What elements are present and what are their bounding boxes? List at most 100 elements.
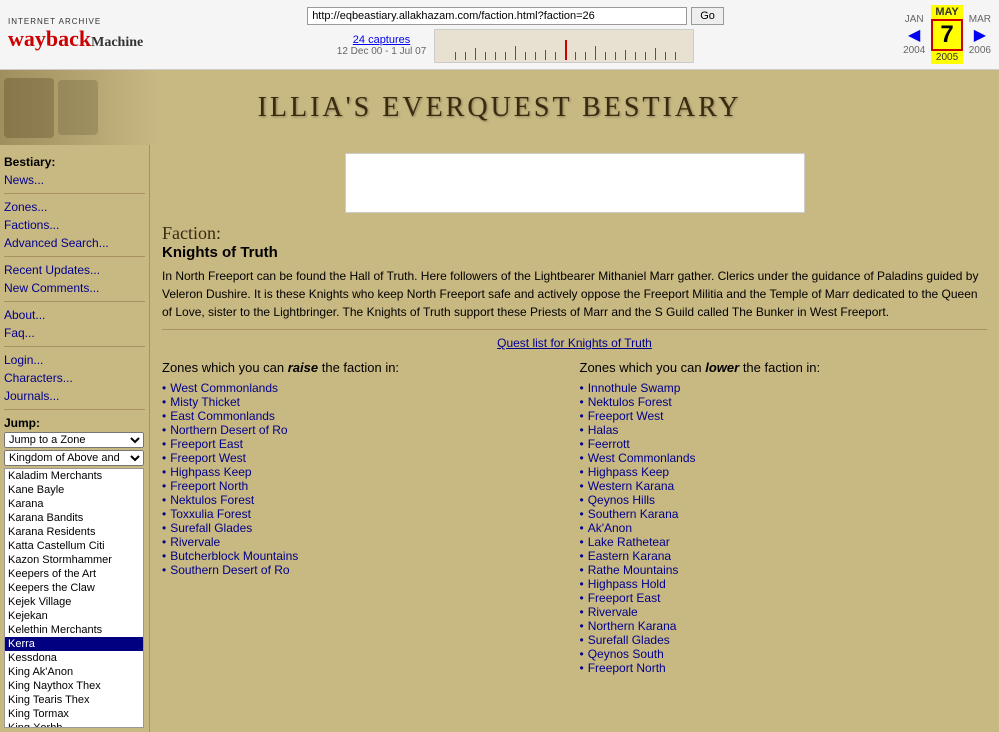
- faction-select[interactable]: Kingdom of Above and: [4, 450, 144, 466]
- list-item[interactable]: Kerra: [5, 637, 143, 651]
- list-item[interactable]: Katta Castellum Citi: [5, 539, 143, 553]
- current-year: 2005: [931, 51, 962, 64]
- lower-zone-item[interactable]: Freeport North: [580, 661, 988, 675]
- list-item[interactable]: Kane Bayle: [5, 483, 143, 497]
- raise-zone-item[interactable]: Misty Thicket: [162, 395, 570, 409]
- next-year-label: 2006: [969, 45, 991, 56]
- list-item[interactable]: Keepers of the Art: [5, 567, 143, 581]
- lower-zone-item[interactable]: Qeynos Hills: [580, 493, 988, 507]
- url-bar: Go: [307, 7, 724, 25]
- zones-container: Zones which you can raise the faction in…: [162, 360, 987, 675]
- lower-zones-col: Zones which you can lower the faction in…: [580, 360, 988, 675]
- wayback-machine-label: waybackMachine: [8, 26, 128, 52]
- sidebar-zones[interactable]: Zones...: [4, 198, 145, 216]
- raise-zone-item[interactable]: East Commonlands: [162, 409, 570, 423]
- sidebar-about[interactable]: About...: [4, 306, 145, 324]
- sidebar-advanced-search[interactable]: Advanced Search...: [4, 234, 145, 252]
- jump-label: Jump:: [4, 416, 145, 430]
- prev-month-label: JAN: [905, 14, 924, 25]
- zone-jump-select[interactable]: Jump to a Zone: [4, 432, 144, 448]
- lower-zone-item[interactable]: Western Karana: [580, 479, 988, 493]
- prev-arrow[interactable]: ◀: [908, 25, 920, 45]
- lower-zone-item[interactable]: Highpass Hold: [580, 577, 988, 591]
- sidebar-news[interactable]: News...: [4, 171, 145, 189]
- raise-zone-item[interactable]: Northern Desert of Ro: [162, 423, 570, 437]
- lower-zone-item[interactable]: West Commonlands: [580, 451, 988, 465]
- lower-zone-item[interactable]: Ak'Anon: [580, 521, 988, 535]
- list-item[interactable]: Karana: [5, 497, 143, 511]
- sidebar-journals[interactable]: Journals...: [4, 387, 145, 405]
- list-item[interactable]: Kejekan: [5, 609, 143, 623]
- sidebar-factions[interactable]: Factions...: [4, 216, 145, 234]
- go-button[interactable]: Go: [691, 7, 724, 25]
- lower-zone-item[interactable]: Rivervale: [580, 605, 988, 619]
- quest-link-row: Quest list for Knights of Truth: [162, 336, 987, 350]
- list-item[interactable]: Kelethin Merchants: [5, 623, 143, 637]
- sidebar-recent-updates[interactable]: Recent Updates...: [4, 261, 145, 279]
- lower-zone-item[interactable]: Southern Karana: [580, 507, 988, 521]
- content: Faction: Knights of Truth In North Freep…: [150, 145, 999, 732]
- raise-zone-item[interactable]: Highpass Keep: [162, 465, 570, 479]
- raise-zone-item[interactable]: Toxxulia Forest: [162, 507, 570, 521]
- raise-zone-item[interactable]: Freeport East: [162, 437, 570, 451]
- list-item[interactable]: Kazon Stormhammer: [5, 553, 143, 567]
- sidebar-login[interactable]: Login...: [4, 351, 145, 369]
- lower-zone-item[interactable]: Feerrott: [580, 437, 988, 451]
- sidebar-faq[interactable]: Faq...: [4, 324, 145, 342]
- list-item[interactable]: Kessdona: [5, 651, 143, 665]
- list-item[interactable]: Kaladim Merchants: [5, 469, 143, 483]
- lower-zone-item[interactable]: Qeynos South: [580, 647, 988, 661]
- faction-description: In North Freeport can be found the Hall …: [162, 267, 987, 321]
- lower-zones-header: Zones which you can lower the faction in…: [580, 360, 988, 375]
- site-header: ILLIA'S EVERQUEST BESTIARY: [0, 70, 999, 145]
- list-item[interactable]: Karana Residents: [5, 525, 143, 539]
- wayback-center: Go 24 captures 12 Dec 00 - 1 Jul 07: [128, 7, 903, 63]
- lower-zone-item[interactable]: Rathe Mountains: [580, 563, 988, 577]
- list-item[interactable]: King Naythox Thex: [5, 679, 143, 693]
- internet-archive-label: INTERNET ARCHIVE: [8, 17, 128, 26]
- lower-zone-list: Innothule SwampNektulos ForestFreeport W…: [580, 381, 988, 675]
- wayback-logo: INTERNET ARCHIVE waybackMachine: [8, 17, 128, 52]
- current-month-label: MAY: [931, 5, 962, 19]
- next-arrow[interactable]: ▶: [974, 25, 986, 45]
- list-item[interactable]: Kejek Village: [5, 595, 143, 609]
- raise-zones-col: Zones which you can raise the faction in…: [162, 360, 570, 675]
- raise-zone-item[interactable]: Southern Desert of Ro: [162, 563, 570, 577]
- sidebar-new-comments[interactable]: New Comments...: [4, 279, 145, 297]
- main-layout: Bestiary: News... Zones... Factions... A…: [0, 145, 999, 732]
- lower-zone-item[interactable]: Innothule Swamp: [580, 381, 988, 395]
- raise-zone-item[interactable]: Surefall Glades: [162, 521, 570, 535]
- list-item[interactable]: Karana Bandits: [5, 511, 143, 525]
- quest-list-link[interactable]: Quest list for Knights of Truth: [497, 336, 652, 350]
- list-item[interactable]: King Ak'Anon: [5, 665, 143, 679]
- prev-year-label: 2004: [903, 45, 925, 56]
- lower-zone-item[interactable]: Northern Karana: [580, 619, 988, 633]
- header-decoration: [0, 70, 160, 145]
- lower-zone-item[interactable]: Surefall Glades: [580, 633, 988, 647]
- raise-zone-item[interactable]: Nektulos Forest: [162, 493, 570, 507]
- raise-zone-item[interactable]: Freeport West: [162, 451, 570, 465]
- lower-zone-item[interactable]: Eastern Karana: [580, 549, 988, 563]
- list-item[interactable]: King Tearis Thex: [5, 693, 143, 707]
- lower-zone-item[interactable]: Lake Rathetear: [580, 535, 988, 549]
- lower-zone-item[interactable]: Highpass Keep: [580, 465, 988, 479]
- list-item[interactable]: King Xorbb: [5, 721, 143, 728]
- lower-zone-item[interactable]: Halas: [580, 423, 988, 437]
- faction-section-label: Faction:: [162, 223, 987, 244]
- raise-zone-item[interactable]: Freeport North: [162, 479, 570, 493]
- raise-zone-item[interactable]: Rivervale: [162, 535, 570, 549]
- sidebar: Bestiary: News... Zones... Factions... A…: [0, 145, 150, 732]
- lower-zone-item[interactable]: Freeport West: [580, 409, 988, 423]
- lower-zone-item[interactable]: Freeport East: [580, 591, 988, 605]
- faction-list[interactable]: Kaladim MerchantsKane BayleKaranaKarana …: [4, 468, 144, 728]
- current-day: 7: [931, 19, 962, 51]
- captures-count[interactable]: 24 captures: [337, 34, 427, 46]
- raise-zone-item[interactable]: Butcherblock Mountains: [162, 549, 570, 563]
- list-item[interactable]: King Tormax: [5, 707, 143, 721]
- list-item[interactable]: Keepers the Claw: [5, 581, 143, 595]
- raise-zone-list: West CommonlandsMisty ThicketEast Common…: [162, 381, 570, 577]
- sidebar-characters[interactable]: Characters...: [4, 369, 145, 387]
- raise-zone-item[interactable]: West Commonlands: [162, 381, 570, 395]
- url-input[interactable]: [307, 7, 687, 25]
- lower-zone-item[interactable]: Nektulos Forest: [580, 395, 988, 409]
